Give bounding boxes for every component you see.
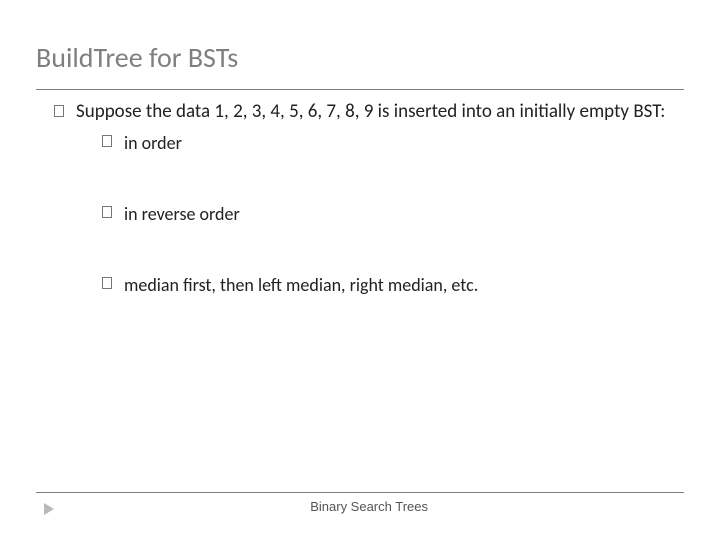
bullet-marker-icon: [54, 103, 76, 127]
bullet-marker-icon: [102, 134, 124, 157]
slide-title: BuildTree for BSTs: [36, 40, 684, 75]
footer-row: Binary Search Trees: [36, 499, 684, 514]
play-icon: [42, 502, 56, 516]
footer: Binary Search Trees: [36, 492, 684, 514]
bullet-marker-icon: [102, 205, 124, 228]
footer-label: Binary Search Trees: [310, 499, 428, 514]
footer-divider: [36, 492, 684, 493]
content-area: Suppose the data 1, 2, 3, 4, 5, 6, 7, 8,…: [0, 90, 720, 297]
bullet-text: median first, then left median, right me…: [124, 274, 478, 297]
bullet-level1: Suppose the data 1, 2, 3, 4, 5, 6, 7, 8,…: [54, 100, 666, 124]
bullet-text: in order: [124, 132, 182, 155]
bullet-level2: median first, then left median, right me…: [102, 274, 666, 297]
bullet-text: Suppose the data 1, 2, 3, 4, 5, 6, 7, 8,…: [76, 100, 666, 124]
bullet-text: in reverse order: [124, 203, 240, 226]
title-area: BuildTree for BSTs: [0, 0, 720, 83]
bullet-marker-icon: [102, 276, 124, 299]
bullet-level2: in reverse order: [102, 203, 666, 226]
bullet-level2: in order: [102, 132, 666, 155]
